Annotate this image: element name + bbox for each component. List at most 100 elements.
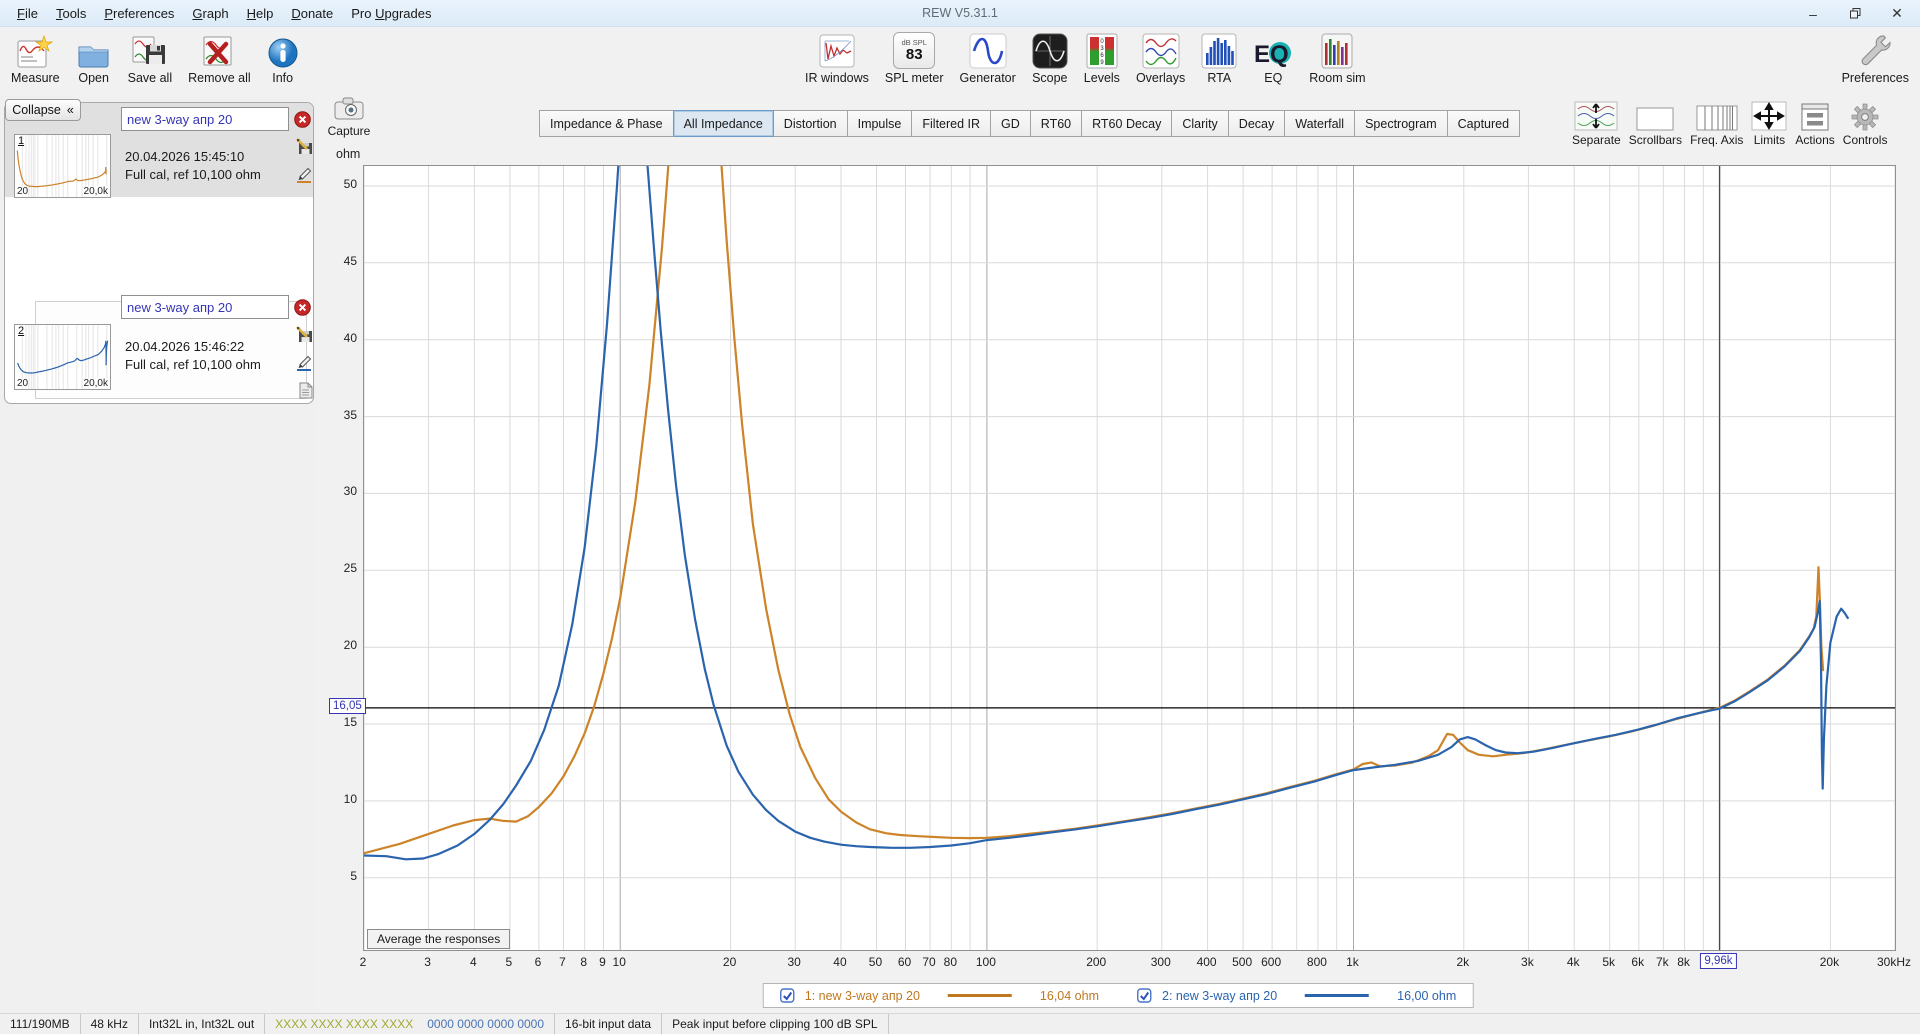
measurement-name-input[interactable] bbox=[121, 107, 289, 131]
tab-all-impedance[interactable]: All Impedance bbox=[672, 110, 774, 137]
menu-preferences[interactable]: Preferences bbox=[95, 2, 183, 25]
toolbar-button-scope[interactable]: Scope bbox=[1027, 29, 1073, 87]
measurement-details: Full cal, ref 10,100 ohm bbox=[125, 357, 261, 372]
x-tick-label: 2k bbox=[1456, 955, 1470, 969]
delete-measurement-button[interactable] bbox=[293, 110, 311, 128]
measure-icon bbox=[17, 31, 54, 69]
tab-spectrogram[interactable]: Spectrogram bbox=[1354, 110, 1448, 137]
graph-control-label: Actions bbox=[1795, 133, 1835, 147]
graph-control-scrollbars[interactable]: Scrollbars bbox=[1629, 103, 1682, 147]
x-tick-label: 200 bbox=[1086, 955, 1107, 969]
controls-icon bbox=[1851, 103, 1879, 131]
menu-tools[interactable]: Tools bbox=[47, 2, 95, 25]
toolbar-button-label: Room sim bbox=[1309, 71, 1366, 85]
status-segment: 16-bit input data bbox=[555, 1014, 663, 1034]
measurement-thumbnail[interactable]: 1 20 20,0k bbox=[14, 134, 111, 198]
toolbar-button-measure[interactable]: Measure bbox=[6, 29, 65, 87]
tab-filtered-ir[interactable]: Filtered IR bbox=[911, 110, 992, 137]
tab-rt60[interactable]: RT60 bbox=[1029, 110, 1083, 137]
menu-donate[interactable]: Donate bbox=[282, 2, 342, 25]
open-icon bbox=[76, 31, 112, 69]
tab-waterfall[interactable]: Waterfall bbox=[1284, 110, 1356, 137]
toolbar-button-label: Remove all bbox=[188, 71, 251, 85]
graph-control-limits[interactable]: Limits bbox=[1751, 101, 1787, 147]
y-tick-label: 10 bbox=[343, 791, 357, 806]
delete-measurement-button[interactable] bbox=[293, 298, 311, 316]
title-bar: File Tools Preferences Graph Help Donate Pro U… bbox=[0, 0, 1920, 27]
toolbar-button-label: EQ bbox=[1264, 71, 1283, 85]
cursor-y-readout: 16,05 bbox=[329, 697, 366, 714]
restore-icon bbox=[1849, 8, 1860, 19]
toolbar-button-ir-windows[interactable]: IR windows bbox=[800, 29, 874, 87]
impedance-plot-svg[interactable] bbox=[364, 166, 1895, 950]
x-tick-label: 5k bbox=[1602, 955, 1616, 969]
graph-control-freq-axis[interactable]: Freq. Axis bbox=[1690, 103, 1743, 147]
x-tick-label: 60 bbox=[897, 955, 912, 969]
info-icon bbox=[267, 31, 299, 69]
spl-meter-value: 83 bbox=[905, 46, 923, 64]
graph-controls: Separate Scrollbars Freq. Axis Limits Action… bbox=[1572, 101, 1887, 147]
toolbar-button-rta[interactable]: RTA bbox=[1196, 29, 1242, 87]
tab-decay[interactable]: Decay bbox=[1227, 110, 1286, 137]
toolbar-button-levels[interactable]: 0 3 6 9 Levels bbox=[1079, 29, 1125, 87]
tab-impulse[interactable]: Impulse bbox=[846, 110, 913, 137]
legend-checkbox[interactable] bbox=[1137, 988, 1152, 1003]
toolbar-button-eq[interactable]: E Q EQ bbox=[1248, 29, 1298, 87]
graph-control-actions[interactable]: Actions bbox=[1795, 103, 1835, 147]
scrollbars-icon bbox=[1636, 103, 1674, 131]
eq-icon: EQ bbox=[1253, 31, 1293, 69]
toolbar-button-info[interactable]: Info bbox=[262, 29, 304, 87]
tab-clarity[interactable]: Clarity bbox=[1171, 110, 1229, 137]
maximize-button[interactable] bbox=[1834, 0, 1876, 27]
save-trace-icon[interactable] bbox=[295, 325, 313, 343]
trace-settings-pen-icon[interactable] bbox=[295, 165, 313, 183]
toolbar-button-open[interactable]: Open bbox=[71, 29, 117, 87]
camera-icon bbox=[334, 96, 364, 123]
tab-rt60-decay[interactable]: RT60 Decay bbox=[1081, 110, 1173, 137]
legend-label: 1: new 3-way апр 20 bbox=[804, 988, 920, 1003]
impedance-plot[interactable] bbox=[363, 165, 1896, 951]
collapse-button[interactable]: Collapse « bbox=[5, 99, 81, 121]
tab-captured[interactable]: Captured bbox=[1446, 110, 1521, 137]
toolbar-button-label: Generator bbox=[959, 71, 1016, 85]
toolbar-button-label: Save all bbox=[127, 71, 173, 85]
trace-settings-pen-icon[interactable] bbox=[295, 353, 313, 371]
menu-file[interactable]: File bbox=[8, 2, 47, 25]
measurement-name-input[interactable] bbox=[121, 295, 289, 319]
tab-distortion[interactable]: Distortion bbox=[772, 110, 848, 137]
remove-all-icon bbox=[201, 31, 237, 69]
menu-pro-upgrades[interactable]: Pro Upgrades bbox=[342, 2, 440, 25]
freq-axis-icon bbox=[1696, 103, 1738, 131]
average-responses-button[interactable]: Average the responses bbox=[367, 929, 511, 949]
graph-control-controls[interactable]: Controls bbox=[1843, 103, 1887, 147]
legend-checkbox[interactable] bbox=[780, 988, 795, 1003]
x-tick-label: 40 bbox=[833, 955, 847, 969]
menu-graph[interactable]: Graph bbox=[183, 2, 237, 25]
toolbar-button-preferences[interactable]: Preferences bbox=[1837, 29, 1914, 87]
toolbar-button-generator[interactable]: Generator bbox=[955, 29, 1021, 87]
room-sim-icon bbox=[1321, 31, 1353, 69]
measurement-thumbnail[interactable]: 2 20 20,0k bbox=[14, 324, 111, 390]
toolbar-button-spl-meter[interactable]: dB SPL 83 SPL meter bbox=[880, 29, 949, 87]
x-tick-label: 100 bbox=[975, 955, 996, 969]
toolbar-button-overlays[interactable]: Overlays bbox=[1131, 29, 1190, 87]
y-tick-label: 25 bbox=[343, 561, 357, 576]
capture-label: Capture bbox=[327, 124, 371, 138]
notes-icon[interactable] bbox=[296, 381, 313, 399]
capture-button[interactable]: Capture bbox=[324, 96, 374, 142]
toolbar-button-label: Levels bbox=[1083, 71, 1120, 85]
spl-meter-unit: dB SPL bbox=[901, 37, 927, 47]
menu-help[interactable]: Help bbox=[238, 2, 283, 25]
minimize-button[interactable]: – bbox=[1792, 0, 1834, 27]
toolbar-button-room-sim[interactable]: Room sim bbox=[1304, 29, 1370, 87]
measurement-datetime: 20.04.2026 15:45:10 bbox=[125, 149, 245, 164]
graph-control-separate[interactable]: Separate bbox=[1572, 101, 1621, 147]
measurement-card-2[interactable]: 2 20 20,0k 20.04.2026 15:46:22 Full cal, ref… bbox=[5, 197, 313, 398]
toolbar-button-remove-all[interactable]: Remove all bbox=[183, 29, 256, 87]
save-trace-icon[interactable] bbox=[295, 137, 313, 155]
x-tick-label: 20 bbox=[722, 955, 737, 969]
close-button[interactable]: ✕ bbox=[1876, 0, 1918, 27]
tab-impedance-phase[interactable]: Impedance & Phase bbox=[539, 110, 674, 137]
tab-gd[interactable]: GD bbox=[990, 110, 1031, 137]
toolbar-button-save-all[interactable]: Save all bbox=[123, 29, 177, 87]
